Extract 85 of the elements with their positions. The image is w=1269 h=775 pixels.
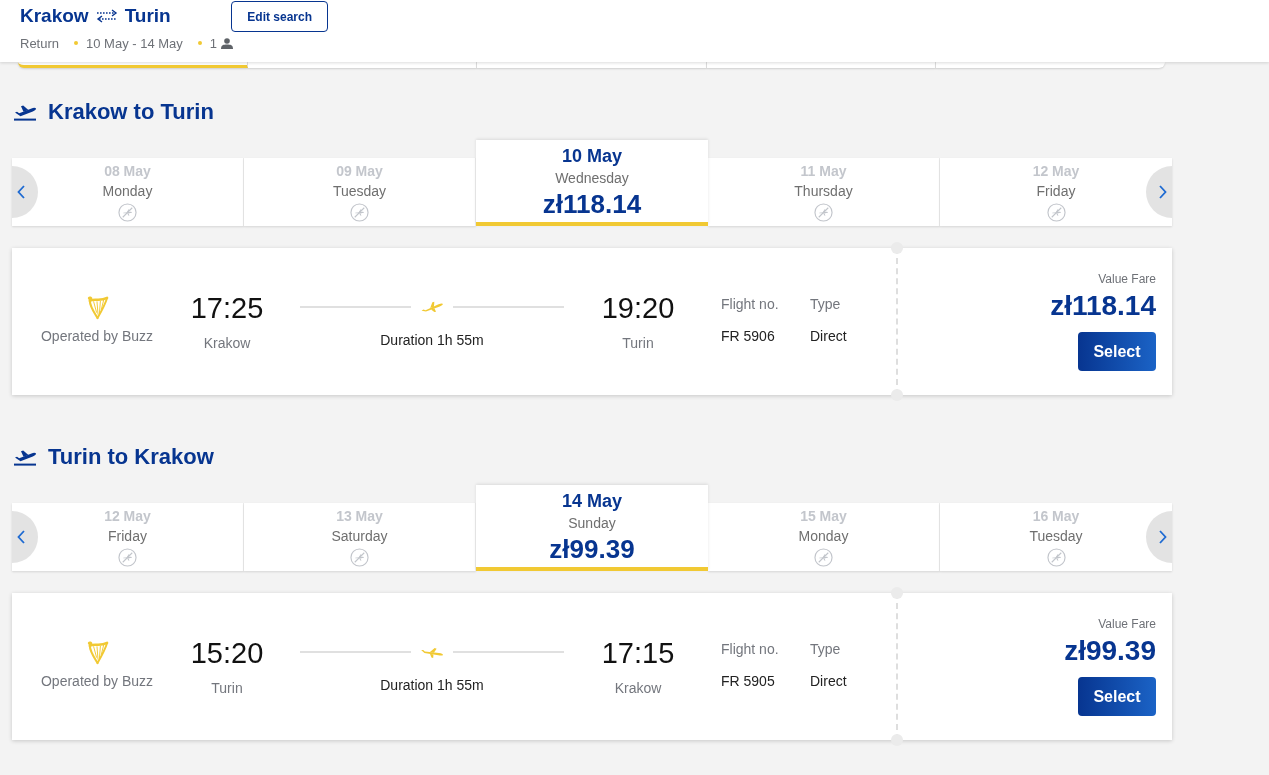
weekday-label: Sunday [568,514,616,532]
fare-name: Value Fare [1098,272,1156,286]
section-heading: Turin to Krakow [48,444,214,470]
chevron-left-icon [17,185,25,199]
separator-dot-icon [74,41,79,45]
date-label: 12 May [1032,162,1080,180]
chevron-left-icon [17,530,25,544]
date-tab[interactable] [247,62,478,68]
date-label: 15 May [800,507,847,525]
date-label: 08 May [104,162,151,180]
weekday-label: Tuesday [332,182,387,200]
date-option[interactable]: 16 May Tuesday [940,503,1172,571]
date-option[interactable]: 08 May Monday [12,158,244,226]
chevron-right-icon [1159,185,1167,199]
plane-takeoff-icon [13,103,37,121]
date-tab[interactable] [477,62,707,68]
weekday-label: Thursday [794,182,853,200]
trip-dates: 10 May - 14 May [86,35,183,51]
weekday-label: Friday [1036,182,1076,200]
destination-title: Turin [124,5,171,27]
select-button[interactable]: Select [1078,677,1156,716]
date-label: 09 May [336,162,383,180]
arrival-time: 17:15 [601,636,675,670]
trip-type: Return [20,35,60,51]
plane-takeoff-icon [420,300,444,314]
origin-title: Krakow [20,5,89,27]
fare-price: zł99.39 [1064,635,1156,667]
plane-landing-icon [420,645,444,659]
date-label: 12 May [104,507,151,525]
flight-type: Direct [810,672,847,690]
weekday-label: Saturday [331,527,388,545]
flight-number: FR 5906 [721,327,775,345]
fare-price: zł118.14 [1050,290,1156,322]
weekday-label: Wednesday [555,169,629,187]
date-option[interactable]: 15 May Monday [708,503,940,571]
swap-arrows-icon [95,9,118,23]
date-label: 10 May [561,145,622,167]
date-label: 11 May [800,162,847,180]
arrival-city: Krakow [614,679,662,697]
select-button[interactable]: Select [1078,332,1156,371]
edit-search-button[interactable]: Edit search [231,1,328,32]
departure-city: Turin [211,679,243,697]
flight-type-label: Type [810,295,841,313]
fare-price: zł99.39 [549,534,635,564]
date-label: 13 May [336,507,383,525]
plane-takeoff-icon [13,448,37,466]
flight-type-label: Type [810,640,841,658]
date-option[interactable]: 10 May Wednesday zł118.14 [476,140,708,226]
date-label: 14 May [561,490,622,512]
fare-price: zł118.14 [542,189,642,219]
duration-label: Duration 1h 55m [380,676,484,694]
weekday-label: Monday [102,182,153,200]
operator-label: Operated by Buzz [40,327,154,345]
weekday-label: Monday [798,527,849,545]
section-heading: Krakow to Turin [48,99,214,125]
arrival-time: 19:20 [601,291,675,325]
weekday-label: Tuesday [1029,527,1083,545]
date-tab[interactable] [706,62,937,68]
departure-time: 17:25 [190,291,264,325]
date-option[interactable]: 09 May Tuesday [244,158,476,226]
date-label: 16 May [1032,507,1080,525]
harp-logo-icon [85,640,109,665]
separator-dot-icon [197,41,202,45]
passenger-count: 1 [209,35,218,51]
flight-number: FR 5905 [721,672,775,690]
harp-logo-icon [85,295,109,320]
chevron-right-icon [1159,530,1167,544]
flight-number-label: Flight no. [721,295,779,313]
arrival-city: Turin [622,334,654,352]
duration-label: Duration 1h 55m [380,331,484,349]
date-option[interactable]: 13 May Saturday [244,503,476,571]
flight-type: Direct [810,327,847,345]
date-option[interactable]: 12 May Friday [940,158,1172,226]
fare-name: Value Fare [1098,617,1156,631]
date-option[interactable]: 12 May Friday [12,503,244,571]
operator-label: Operated by Buzz [40,672,154,690]
person-icon [221,37,234,49]
departure-time: 15:20 [190,636,264,670]
flight-number-label: Flight no. [721,640,779,658]
weekday-label: Friday [108,527,147,545]
departure-city: Krakow [203,334,251,352]
date-tab[interactable] [18,62,248,68]
date-tab[interactable] [936,62,1165,68]
date-option[interactable]: 14 May Sunday zł99.39 [476,485,708,571]
date-option[interactable]: 11 May Thursday [708,158,940,226]
